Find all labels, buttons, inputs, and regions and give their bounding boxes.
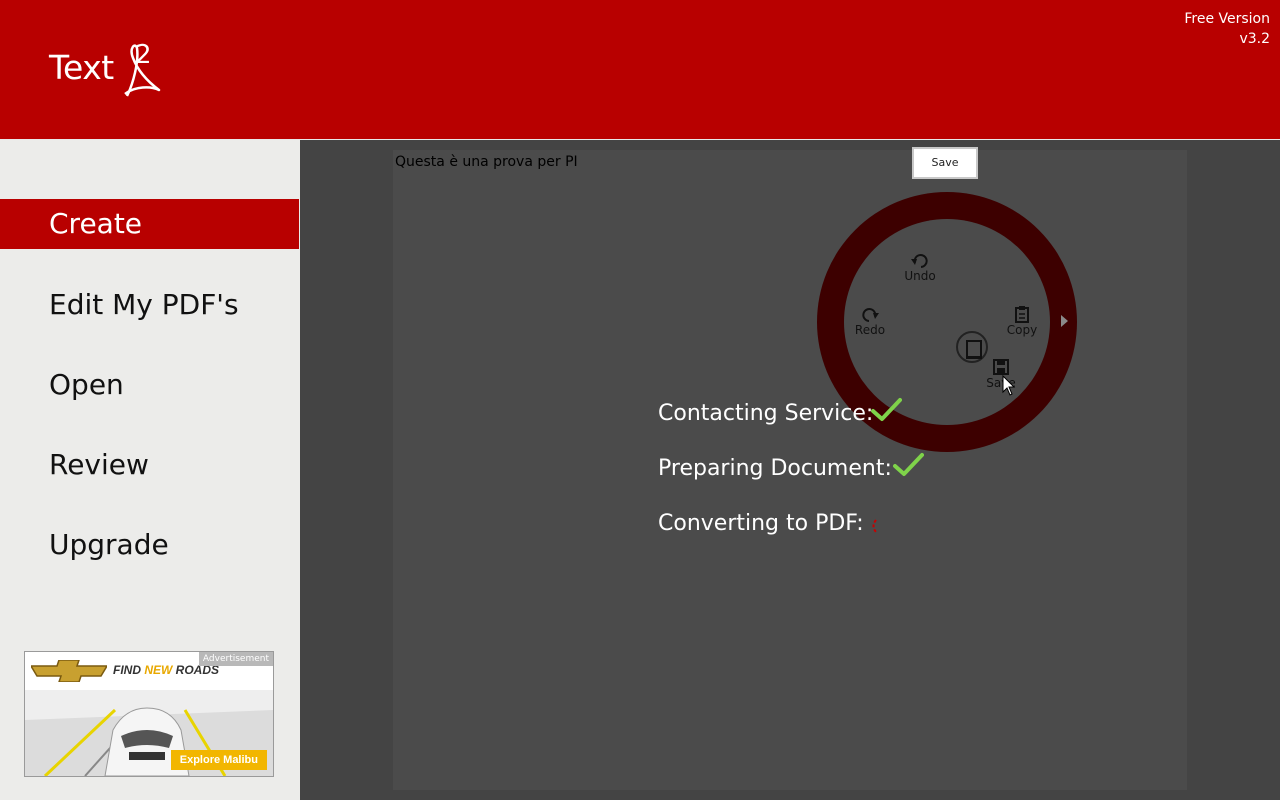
version-number: v3.2 xyxy=(1239,31,1270,47)
version-edition: Free Version xyxy=(1184,11,1270,27)
radial-menu-inner: Undo Redo Copy Save xyxy=(844,219,1050,425)
sidebar-item-label: Create xyxy=(49,207,143,240)
clipboard-icon xyxy=(1015,306,1029,323)
version-info: Free Version v3.2 xyxy=(1184,9,1270,49)
app-header: Text 2 Free Version v3.2 xyxy=(0,0,1280,140)
save-button[interactable]: Save xyxy=(912,147,978,179)
copy-button[interactable]: Copy xyxy=(997,305,1047,337)
radial-save-button[interactable]: Save xyxy=(976,358,1026,390)
undo-icon xyxy=(911,254,928,268)
expand-arrow-icon[interactable] xyxy=(1061,315,1068,327)
sidebar-item-edit-my-pdfs[interactable]: Edit My PDF's xyxy=(0,280,299,330)
document-text[interactable]: Questa è una prova per PI xyxy=(395,154,578,170)
undo-button[interactable]: Undo xyxy=(895,251,945,283)
redo-icon xyxy=(862,308,879,322)
sidebar-item-label: Review xyxy=(49,448,149,481)
undo-label: Undo xyxy=(904,269,936,283)
logo-superscript: 2 xyxy=(135,40,152,70)
loading-spinner-icon xyxy=(872,519,877,533)
tablet-icon xyxy=(966,340,982,359)
redo-button[interactable]: Redo xyxy=(845,305,895,337)
mouse-cursor-icon xyxy=(1002,375,1016,396)
ad-label: Advertisement xyxy=(198,652,273,666)
redo-label: Redo xyxy=(854,323,886,337)
sidebar-item-review[interactable]: Review xyxy=(0,440,299,490)
copy-label: Copy xyxy=(1006,323,1038,337)
status-preparing: Preparing Document: xyxy=(658,456,892,481)
floppy-disk-icon xyxy=(993,359,1009,375)
bowtie-logo-icon xyxy=(31,660,107,682)
explore-malibu-button[interactable]: Explore Malibu xyxy=(170,750,267,770)
status-converting: Converting to PDF: xyxy=(658,511,864,536)
sidebar-item-label: Open xyxy=(49,368,124,401)
check-icon xyxy=(893,453,924,476)
sidebar-item-label: Upgrade xyxy=(49,528,169,561)
advertisement-banner[interactable]: FIND NEW ROADS Advertisement Explore Mal… xyxy=(24,651,274,777)
ad-header: FIND NEW ROADS Advertisement xyxy=(25,652,273,690)
sidebar-item-label: Edit My PDF's xyxy=(49,288,239,321)
sidebar-item-upgrade[interactable]: Upgrade xyxy=(0,520,299,570)
status-contacting: Contacting Service: xyxy=(658,401,874,426)
sidebar-item-open[interactable]: Open xyxy=(0,360,299,410)
app-logo: Text 2 xyxy=(49,40,189,104)
logo-text: Text xyxy=(49,48,114,87)
check-icon xyxy=(871,398,902,421)
sidebar: Create Edit My PDF's Open Review Upgrade… xyxy=(0,140,300,800)
sidebar-item-create[interactable]: Create xyxy=(0,199,299,249)
